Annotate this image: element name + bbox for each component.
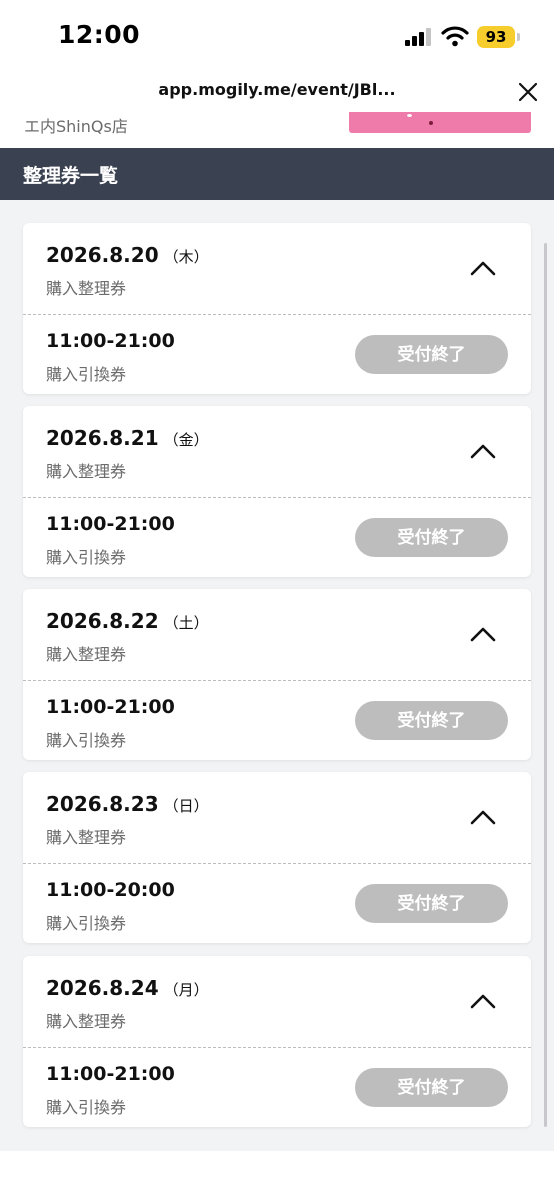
dashed-divider (23, 680, 531, 681)
day-weekday: （金） (163, 431, 209, 449)
slot-time: 11:00-21:00 (46, 1063, 175, 1085)
status-bar: 12:00 93 (0, 0, 554, 72)
slot-type: 購入引換券 (46, 365, 127, 384)
ticket-type: 購入整理券 (46, 1012, 127, 1031)
chevron-up-icon[interactable] (469, 441, 497, 461)
closed-status-button[interactable]: 受付終了 (355, 701, 508, 740)
day-card: 2026.8.23 （日） 購入整理券 11:00-20:00 購入引換券 受付終… (23, 772, 531, 943)
section-title: 整理券一覧 (23, 165, 119, 187)
battery-icon: 93 (477, 26, 515, 48)
dashed-divider (23, 497, 531, 498)
day-weekday: （木） (163, 248, 209, 266)
scrollbar[interactable] (544, 243, 547, 1127)
closed-status-button[interactable]: 受付終了 (355, 335, 508, 374)
slot-type: 購入引換券 (46, 914, 127, 933)
dashed-divider (23, 1047, 531, 1048)
dashed-divider (23, 863, 531, 864)
dashed-divider (23, 314, 531, 315)
day-card: 2026.8.20 （木） 購入整理券 11:00-21:00 購入引換券 受付終… (23, 223, 531, 394)
slot-time: 11:00-21:00 (46, 513, 175, 535)
closed-status-button[interactable]: 受付終了 (355, 518, 508, 557)
day-card-header[interactable]: 2026.8.21 （金） 購入整理券 (23, 406, 531, 497)
status-time: 12:00 (58, 20, 141, 49)
day-date: 2026.8.22 （土） (46, 609, 209, 633)
event-banner-image (349, 112, 531, 133)
day-card-header[interactable]: 2026.8.24 （月） 購入整理券 (23, 956, 531, 1047)
slot-time: 11:00-20:00 (46, 879, 175, 901)
chevron-up-icon[interactable] (469, 258, 497, 278)
day-date: 2026.8.23 （日） (46, 792, 209, 816)
day-weekday: （月） (163, 981, 209, 999)
day-card-header[interactable]: 2026.8.22 （土） 購入整理券 (23, 589, 531, 680)
slot-time: 11:00-21:00 (46, 696, 175, 718)
ticket-type: 購入整理券 (46, 462, 127, 481)
slot-type: 購入引換券 (46, 1098, 127, 1117)
browser-url-bar: app.mogily.me/event/JBl... (0, 72, 554, 112)
chevron-up-icon[interactable] (469, 991, 497, 1011)
store-name: エ内ShinQs店 (24, 117, 128, 136)
closed-status-button[interactable]: 受付終了 (355, 1068, 508, 1107)
day-date: 2026.8.21 （金） (46, 426, 209, 450)
day-date: 2026.8.24 （月） (46, 976, 209, 1000)
page-header: エ内ShinQs店 (0, 112, 554, 148)
section-header: 整理券一覧 (0, 148, 554, 200)
battery-nub (517, 33, 520, 41)
ticket-type: 購入整理券 (46, 279, 127, 298)
wifi-icon (441, 26, 469, 47)
slot-time: 11:00-21:00 (46, 330, 175, 352)
slot-type: 購入引換券 (46, 731, 127, 750)
day-weekday: （土） (163, 614, 209, 632)
ticket-type: 購入整理券 (46, 828, 127, 847)
ticket-type: 購入整理券 (46, 645, 127, 664)
chevron-up-icon[interactable] (469, 624, 497, 644)
signal-icon (405, 28, 433, 46)
day-weekday: （日） (163, 797, 209, 815)
closed-status-button[interactable]: 受付終了 (355, 884, 508, 923)
day-card: 2026.8.21 （金） 購入整理券 11:00-21:00 購入引換券 受付終… (23, 406, 531, 577)
chevron-up-icon[interactable] (469, 807, 497, 827)
close-icon[interactable] (516, 80, 540, 104)
slot-type: 購入引換券 (46, 548, 127, 567)
day-card: 2026.8.22 （土） 購入整理券 11:00-21:00 購入引換券 受付終… (23, 589, 531, 760)
url-text[interactable]: app.mogily.me/event/JBl... (0, 80, 554, 99)
day-card-header[interactable]: 2026.8.20 （木） 購入整理券 (23, 223, 531, 314)
day-card-header[interactable]: 2026.8.23 （日） 購入整理券 (23, 772, 531, 863)
day-card: 2026.8.24 （月） 購入整理券 11:00-21:00 購入引換券 受付終… (23, 956, 531, 1127)
day-date: 2026.8.20 （木） (46, 243, 209, 267)
